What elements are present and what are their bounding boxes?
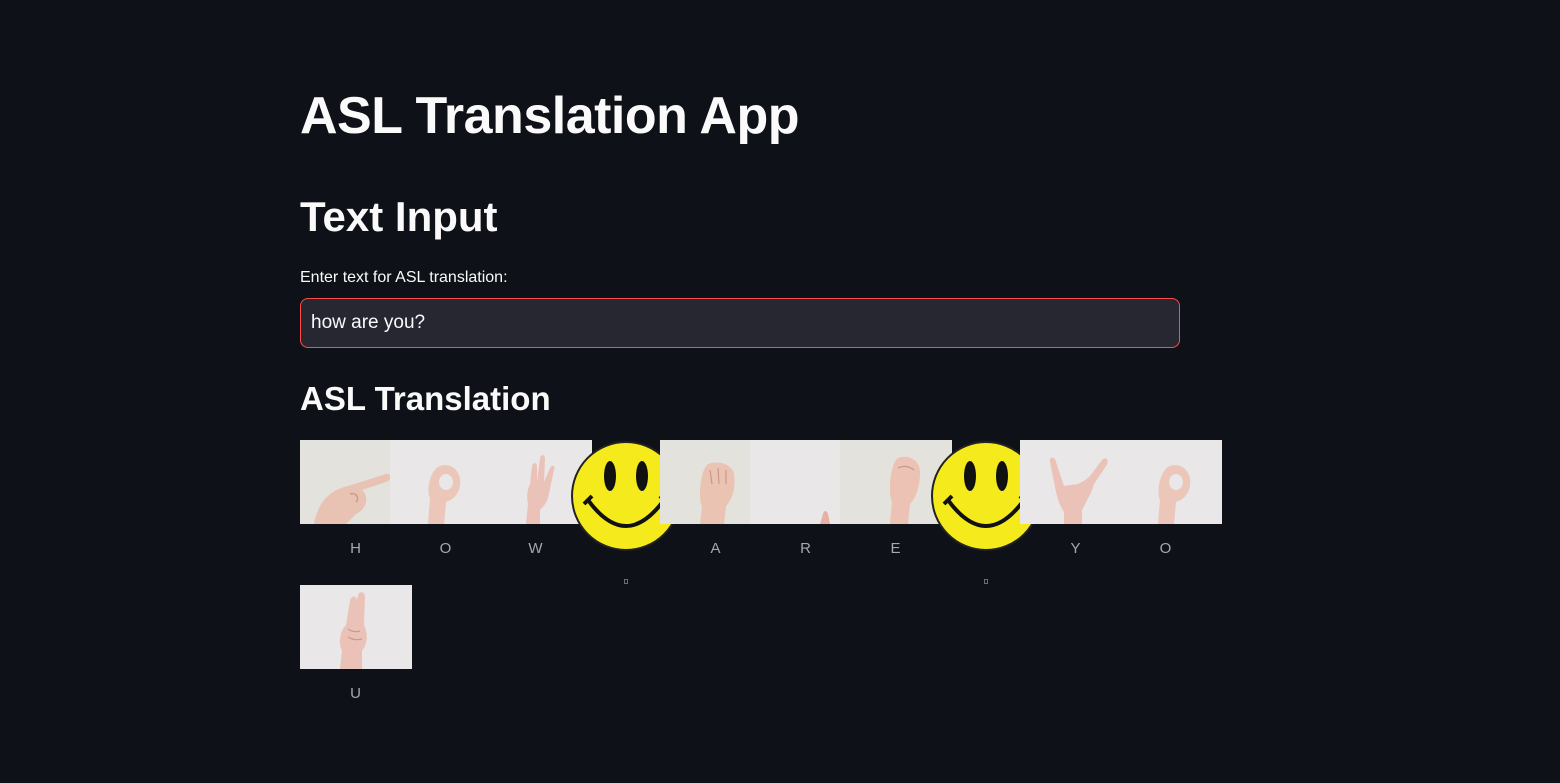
asl-translation-heading: ASL Translation [300,380,551,417]
text-input-heading: Text Input [300,193,498,240]
space-caption-glyph [624,579,628,584]
text-input-label: Enter text for ASL translation: [300,269,508,286]
asl-letter-caption: U [350,685,362,702]
asl-sign-image-h [300,440,390,524]
asl-sign-image-o [1110,440,1222,524]
space-caption-glyph [984,579,988,584]
asl-text-input[interactable] [300,298,1180,348]
asl-sign-image-y [1020,440,1110,524]
asl-letter-caption: E [890,540,902,557]
asl-sign-image-a [660,440,750,524]
asl-sign-image-o [390,440,480,524]
asl-letter-caption: W [528,540,544,557]
asl-sign-image-u [300,585,412,669]
asl-sign-image-w [480,440,592,524]
app-title: ASL Translation App [300,87,800,145]
asl-sign-image-r [750,440,840,524]
asl-letter-caption: O [1159,540,1173,557]
